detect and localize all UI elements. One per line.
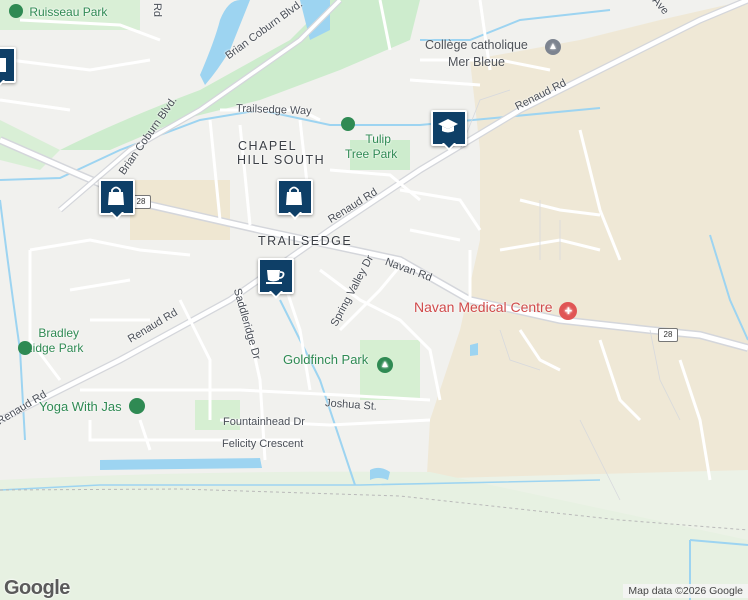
street-label-trailsedge-way: Trailsedge Way	[235, 102, 312, 118]
google-logo[interactable]: Google	[4, 577, 70, 600]
area-label-trailsedge: TRAILSEDGE	[258, 234, 353, 248]
bank-marker[interactable]	[0, 47, 16, 93]
park-name-line-1: Bradley	[38, 326, 80, 340]
park-label-goldfinch[interactable]: Goldfinch Park ▲	[283, 352, 393, 373]
shopping-marker-center[interactable]	[277, 179, 313, 225]
street-label-felicity: Felicity Crescent	[222, 438, 304, 450]
park-icon	[18, 341, 32, 355]
school-icon: ▲	[545, 39, 561, 55]
park-name: Goldfinch Park	[283, 352, 369, 367]
school-icon	[438, 119, 458, 133]
park-icon	[341, 117, 355, 131]
cafe-marker[interactable]	[258, 258, 294, 304]
park-label-bradley-ridge[interactable]: Bradley Ridge Park	[18, 326, 83, 356]
area-label-hill-south: HILL SOUTH	[237, 153, 326, 167]
park-icon	[9, 4, 23, 18]
park-name-line-2: Ridge Park	[24, 341, 84, 355]
map-attribution[interactable]: Map data ©2026 Google	[623, 584, 748, 598]
poi-name: Navan Medical Centre	[414, 299, 553, 315]
poi-name-line-2: Mer Bleue	[447, 55, 505, 69]
shopping-bag-icon	[108, 186, 124, 205]
map-canvas[interactable]: CHAPEL HILL SOUTH TRAILSEDGE Joshua St. …	[0, 0, 748, 600]
poi-college-mer-bleue[interactable]: Collège catholique Mer Bleue ▲	[425, 37, 561, 71]
park-name-line-1: Tulip	[365, 132, 391, 146]
poi-name: Yoga With Jas	[39, 399, 122, 414]
shopping-bag-icon	[286, 186, 302, 205]
shopping-marker-left[interactable]	[99, 179, 135, 225]
poi-navan-medical-centre[interactable]: Navan Medical Centre +	[414, 299, 578, 320]
street-label-top-rd: Rd	[151, 2, 164, 18]
park-name-line-2: Tree Park	[345, 147, 398, 161]
hospital-icon: +	[559, 302, 578, 320]
school-marker[interactable]	[431, 110, 467, 156]
area-label-chapel: CHAPEL	[238, 139, 298, 153]
coffee-icon	[266, 270, 285, 284]
google-logo-text: Google	[4, 577, 70, 599]
map-base-layer	[0, 0, 748, 600]
poi-yoga-with-jas[interactable]: Yoga With Jas	[39, 398, 146, 414]
park-label-ruisseau[interactable]: Ruisseau Park	[9, 4, 107, 20]
tree-icon: ▲	[376, 357, 393, 373]
park-label-tulip-tree[interactable]: Tulip Tree Park	[341, 117, 397, 162]
park-name: Ruisseau Park	[29, 5, 108, 19]
street-label-fountainhead: Fountainhead Dr	[223, 416, 305, 428]
route-28-shield-right: 28	[658, 328, 678, 342]
fitness-icon	[129, 398, 146, 414]
poi-name-line-1: Collège catholique	[425, 38, 528, 52]
bank-icon	[0, 58, 6, 72]
